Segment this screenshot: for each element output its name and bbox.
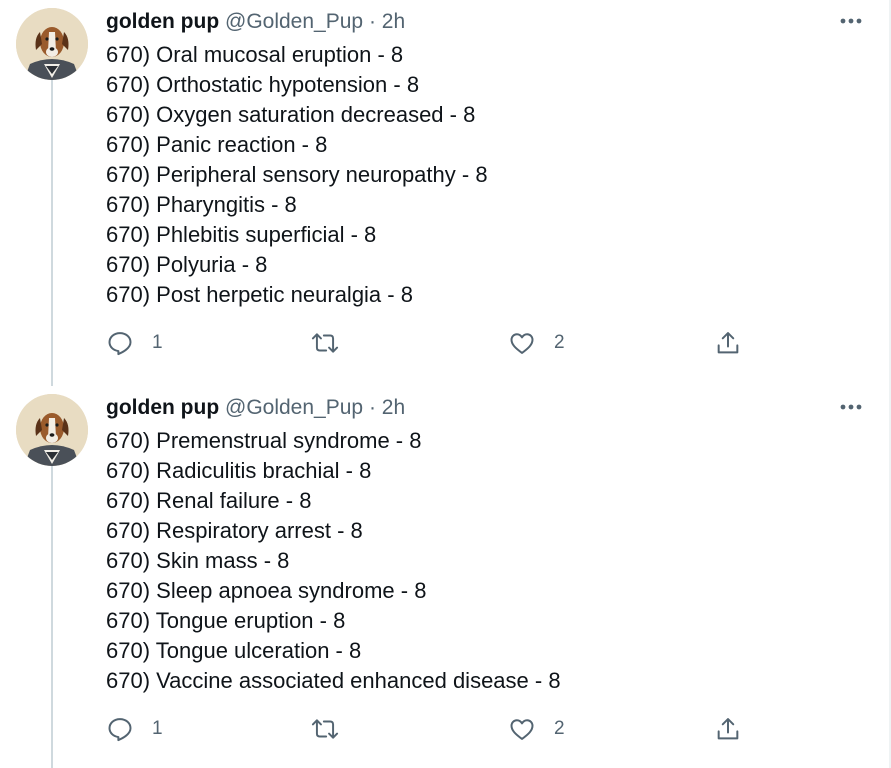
retweet-button[interactable] — [310, 325, 358, 361]
tweet-line: 670) Vaccine associated enhanced disease… — [106, 668, 561, 693]
tweet-timestamp[interactable]: 2h — [382, 396, 405, 419]
author-name[interactable]: golden pup — [106, 10, 219, 33]
tweet-timestamp[interactable]: 2h — [382, 10, 405, 33]
reply-button[interactable]: 1 — [106, 711, 163, 747]
retweet-icon — [311, 719, 339, 739]
tweet-line: 670) Respiratory arrest - 8 — [106, 518, 363, 543]
like-button[interactable]: 2 — [508, 325, 565, 361]
thread-line — [51, 80, 53, 386]
more-button[interactable] — [834, 7, 868, 35]
share-icon — [717, 332, 739, 354]
author-handle[interactable]: @Golden_Pup — [225, 10, 363, 33]
tweet-line: 670) Oxygen saturation decreased - 8 — [106, 102, 476, 127]
tweet[interactable]: golden pup @Golden_Pup · 2h 670) Oral mu… — [0, 0, 889, 386]
tweet-line: 670) Tongue ulceration - 8 — [106, 638, 362, 663]
tweet-line: 670) Orthostatic hypotension - 8 — [106, 72, 420, 97]
tweet-line: 670) Renal failure - 8 — [106, 488, 312, 513]
tweet-line: 670) Post herpetic neuralgia - 8 — [106, 282, 413, 307]
author-handle[interactable]: @Golden_Pup — [225, 396, 363, 419]
tweet[interactable]: golden pup @Golden_Pup · 2h 670) Premens… — [0, 386, 889, 768]
share-icon — [717, 718, 739, 740]
more-icon — [840, 404, 862, 410]
tweet-actions: 1 2 — [106, 711, 786, 747]
retweet-button[interactable] — [310, 711, 358, 747]
tweet-line: 670) Premenstrual syndrome - 8 — [106, 428, 422, 453]
separator-dot: · — [368, 10, 376, 33]
heart-icon — [510, 333, 534, 354]
separator-dot: · — [368, 396, 376, 419]
tweet-text: 670) Premenstrual syndrome - 8 670) Radi… — [106, 426, 561, 696]
like-count: 2 — [554, 332, 565, 353]
tweet-header: golden pup @Golden_Pup · 2h — [106, 394, 405, 422]
tweet-header: golden pup @Golden_Pup · 2h — [106, 8, 405, 36]
reply-button[interactable]: 1 — [106, 325, 163, 361]
tweet-line: 670) Sleep apnoea syndrome - 8 — [106, 578, 427, 603]
avatar[interactable] — [16, 394, 88, 466]
tweet-line: 670) Pharyngitis - 8 — [106, 192, 297, 217]
more-button[interactable] — [834, 393, 868, 421]
reply-icon — [108, 718, 132, 742]
reply-count: 1 — [152, 718, 163, 739]
retweet-icon — [311, 333, 339, 353]
thread-line — [51, 466, 53, 768]
tweet-line: 670) Oral mucosal eruption - 8 — [106, 42, 404, 67]
dog-portrait-avatar-icon — [16, 8, 88, 80]
author-name[interactable]: golden pup — [106, 396, 219, 419]
dog-portrait-avatar-icon — [16, 394, 88, 466]
tweet-actions: 1 2 — [106, 325, 786, 361]
tweet-line: 670) Radiculitis brachial - 8 — [106, 458, 372, 483]
avatar[interactable] — [16, 8, 88, 80]
share-button[interactable] — [714, 325, 742, 361]
reply-count: 1 — [152, 332, 163, 353]
tweet-line: 670) Tongue eruption - 8 — [106, 608, 346, 633]
tweet-line: 670) Panic reaction - 8 — [106, 132, 328, 157]
more-icon — [840, 18, 862, 24]
tweet-line: 670) Polyuria - 8 — [106, 252, 268, 277]
tweet-line: 670) Peripheral sensory neuropathy - 8 — [106, 162, 488, 187]
reply-icon — [108, 332, 132, 356]
heart-icon — [510, 719, 534, 740]
like-button[interactable]: 2 — [508, 711, 565, 747]
share-button[interactable] — [714, 711, 742, 747]
tweet-text: 670) Oral mucosal eruption - 8 670) Orth… — [106, 40, 488, 310]
tweet-line: 670) Phlebitis superficial - 8 — [106, 222, 377, 247]
tweet-line: 670) Skin mass - 8 — [106, 548, 290, 573]
like-count: 2 — [554, 718, 565, 739]
